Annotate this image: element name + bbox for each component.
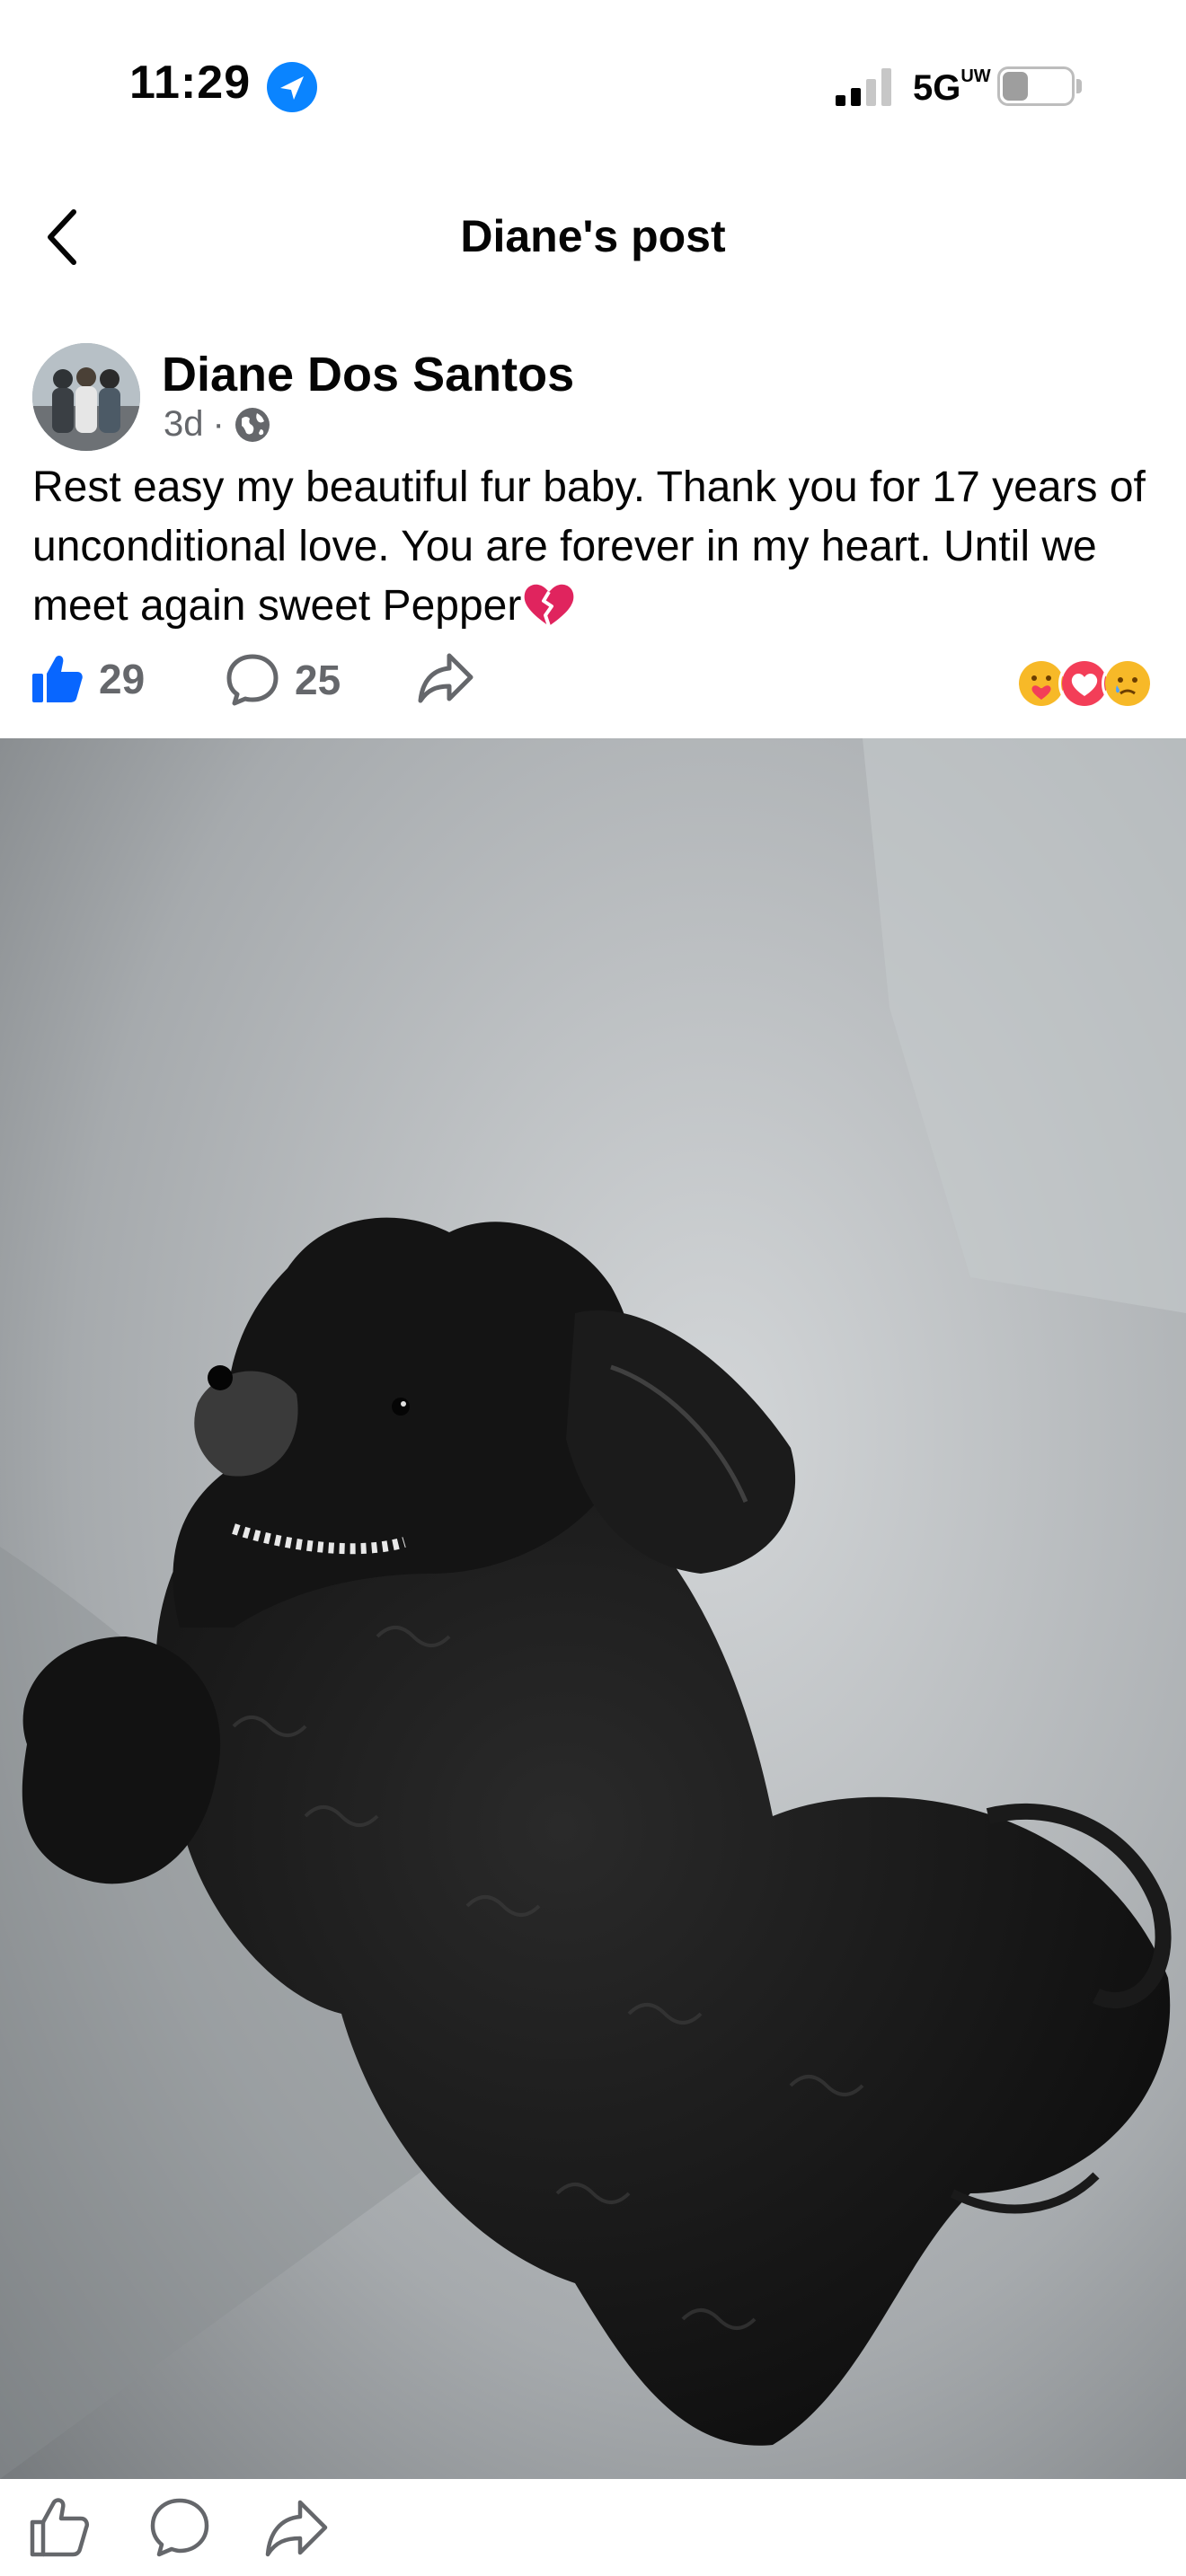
cellular-signal-icon — [836, 68, 891, 106]
post-photo[interactable] — [0, 738, 1186, 2479]
author-name[interactable]: Diane Dos Santos — [162, 347, 574, 402]
post-stats: 29 25 — [0, 647, 1186, 719]
post-text: Rest easy my beautiful fur baby. Thank y… — [32, 458, 1164, 636]
status-bar: 11:29 5GUW 2 — [0, 0, 1186, 171]
comments-count: 25 — [295, 657, 341, 703]
battery-level: 2 — [1028, 71, 1044, 101]
share-button[interactable] — [264, 2495, 329, 2560]
broken-heart-icon — [524, 585, 574, 627]
reaction-summary[interactable] — [1015, 657, 1154, 710]
post-header: Diane's post — [0, 180, 1186, 296]
post-age: 3d — [164, 404, 204, 444]
post-body: Rest easy my beautiful fur baby. Thank y… — [32, 463, 1146, 630]
status-time: 11:29 — [129, 57, 252, 109]
meta-separator: · — [212, 404, 225, 444]
likes-count: 29 — [99, 656, 146, 702]
page-title: Diane's post — [460, 211, 726, 261]
network-type: 5GUW — [913, 66, 991, 108]
like-filled-icon — [32, 656, 83, 702]
share-icon — [418, 653, 474, 703]
location-arrow-icon — [267, 62, 317, 112]
battery-icon: 2 — [997, 66, 1075, 106]
like-button[interactable] — [27, 2495, 92, 2560]
comment-icon — [226, 654, 279, 706]
likes-stat[interactable]: 29 — [31, 652, 145, 706]
globe-icon — [235, 407, 270, 442]
comment-button[interactable] — [147, 2495, 212, 2560]
share-stat[interactable] — [417, 650, 474, 706]
post-meta: 3d · — [164, 404, 271, 445]
sad-reaction-icon — [1102, 657, 1154, 710]
author-avatar[interactable] — [32, 343, 140, 451]
black-dog-photo — [0, 738, 1186, 2479]
comments-stat[interactable]: 25 — [225, 652, 341, 708]
bottom-action-bar — [0, 2479, 1186, 2576]
